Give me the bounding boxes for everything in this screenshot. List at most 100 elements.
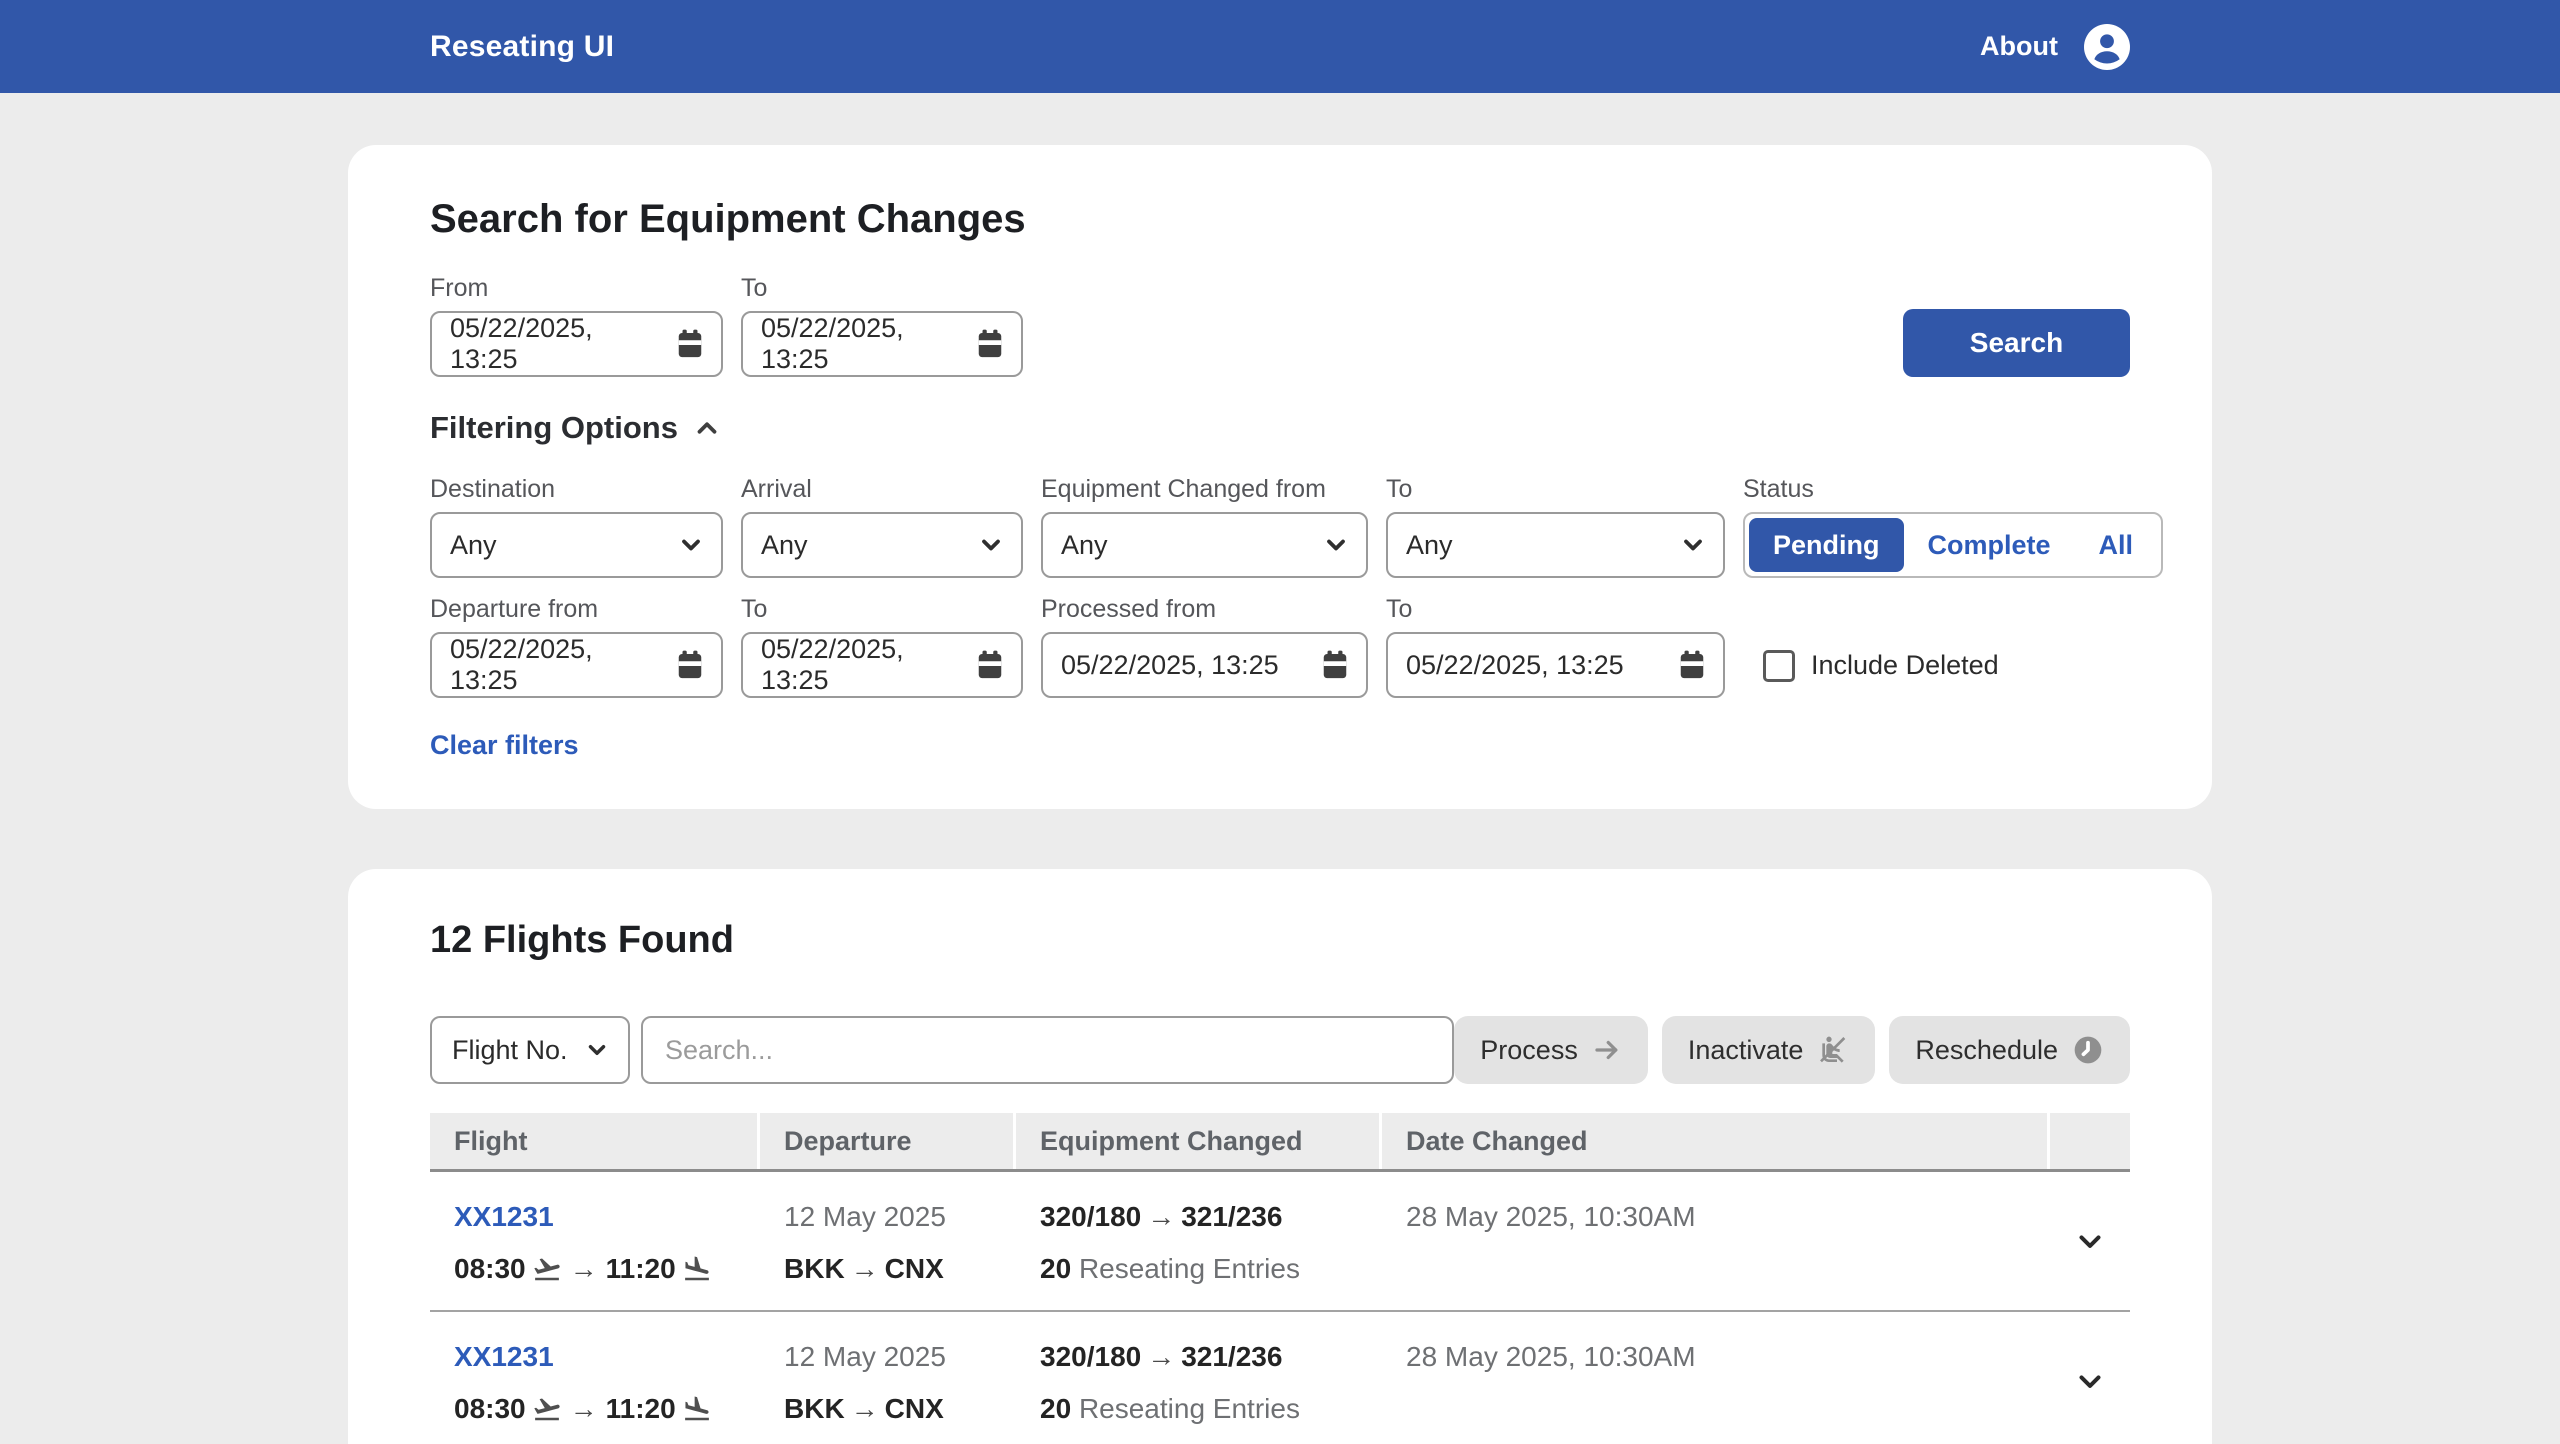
reseating-entries: 20 Reseating Entries: [1040, 1250, 1382, 1288]
calendar-icon[interactable]: [975, 649, 1005, 681]
column-header-equipment-changed: Equipment Changed: [1016, 1113, 1382, 1169]
results-card: 12 Flights Found Flight No. Process Inac…: [348, 869, 2212, 1444]
to-datetime-field[interactable]: 05/22/2025, 13:25: [741, 311, 1023, 377]
processed-to-label: To: [1386, 595, 1725, 624]
include-deleted-checkbox-row[interactable]: Include Deleted: [1743, 650, 2130, 682]
arrow-right-icon: →: [845, 1393, 885, 1424]
inactivate-button-label: Inactivate: [1688, 1035, 1804, 1066]
chevron-down-icon: [584, 1037, 610, 1063]
user-avatar[interactable]: [2084, 24, 2130, 70]
arrival-time: 11:20: [606, 1390, 676, 1428]
equipment-change: 320/180→321/236: [1040, 1338, 1382, 1376]
departure-time: 08:30: [454, 1390, 526, 1428]
table-header: Flight Departure Equipment Changed Date …: [430, 1113, 2130, 1172]
arrow-right-icon: →: [1141, 1341, 1181, 1372]
inactivate-button[interactable]: Inactivate: [1662, 1016, 1876, 1084]
equipment-to-value: Any: [1406, 530, 1453, 561]
flight-land-icon: [682, 1394, 712, 1424]
entries-count: 20: [1040, 1393, 1071, 1424]
chevron-up-icon: [692, 413, 722, 443]
filtering-options-toggle[interactable]: Filtering Options: [430, 410, 2130, 446]
equipment-from-select[interactable]: Any: [1041, 512, 1368, 578]
processed-from-label: Processed from: [1041, 595, 1368, 624]
arrival-select[interactable]: Any: [741, 512, 1023, 578]
calendar-icon[interactable]: [1677, 649, 1707, 681]
departure-from-field[interactable]: 05/22/2025, 13:25: [430, 632, 723, 698]
to-label: To: [741, 274, 1023, 303]
row-expand-button[interactable]: [2050, 1312, 2130, 1444]
table-row[interactable]: XX1231 08:30 → 11:20 12 May 2025: [430, 1172, 2130, 1312]
seat-slash-icon: [1817, 1034, 1849, 1066]
about-link[interactable]: About: [1980, 31, 2058, 62]
app-title: Reseating UI: [430, 30, 614, 64]
search-field-value: Flight No.: [452, 1035, 568, 1066]
status-option-pending[interactable]: Pending: [1749, 518, 1904, 572]
departure-date: 12 May 2025: [784, 1338, 1016, 1376]
flights-table: Flight Departure Equipment Changed Date …: [430, 1113, 2130, 1444]
processed-to-value: 05/22/2025, 13:25: [1406, 650, 1624, 681]
entries-count: 20: [1040, 1253, 1071, 1284]
chevron-down-icon: [1322, 531, 1350, 559]
entries-label: Reseating Entries: [1079, 1393, 1300, 1424]
clock-icon: [2072, 1034, 2104, 1066]
departure-to-field[interactable]: 05/22/2025, 13:25: [741, 632, 1023, 698]
reschedule-button[interactable]: Reschedule: [1889, 1016, 2130, 1084]
equipment-to-select[interactable]: Any: [1386, 512, 1725, 578]
flight-number-link[interactable]: XX1231: [454, 1341, 554, 1372]
search-field-select[interactable]: Flight No.: [430, 1016, 630, 1084]
departure-time: 08:30: [454, 1250, 526, 1288]
results-toolbar: Flight No. Process Inactivate: [430, 1016, 2130, 1084]
column-header-date-changed: Date Changed: [1382, 1113, 2050, 1169]
processed-from-value: 05/22/2025, 13:25: [1061, 650, 1279, 681]
process-button[interactable]: Process: [1454, 1016, 1648, 1084]
chevron-down-icon: [2073, 1364, 2107, 1398]
departure-to-label: To: [741, 595, 1023, 624]
column-header-flight: Flight: [430, 1113, 760, 1169]
equipment-from-label: Equipment Changed from: [1041, 475, 1368, 504]
processed-to-field[interactable]: 05/22/2025, 13:25: [1386, 632, 1725, 698]
flight-takeoff-icon: [532, 1394, 562, 1424]
reseating-entries: 20 Reseating Entries: [1040, 1390, 1382, 1428]
calendar-icon[interactable]: [675, 328, 705, 360]
clear-filters-link[interactable]: Clear filters: [430, 730, 579, 761]
chevron-down-icon: [2073, 1224, 2107, 1258]
from-datetime-value: 05/22/2025, 13:25: [450, 313, 665, 375]
status-segmented-control: Pending Complete All: [1743, 512, 2163, 578]
from-label: From: [430, 274, 723, 303]
departure-date: 12 May 2025: [784, 1198, 1016, 1236]
calendar-icon[interactable]: [975, 328, 1005, 360]
entries-label: Reseating Entries: [1079, 1253, 1300, 1284]
search-button[interactable]: Search: [1903, 309, 2130, 377]
to-datetime-value: 05/22/2025, 13:25: [761, 313, 965, 375]
calendar-icon[interactable]: [1320, 649, 1350, 681]
destination-value: Any: [450, 530, 497, 561]
destination-code: CNX: [885, 1393, 944, 1424]
date-changed: 28 May 2025, 10:30AM: [1406, 1338, 2050, 1376]
calendar-icon[interactable]: [675, 649, 705, 681]
search-input[interactable]: [641, 1016, 1454, 1084]
table-row[interactable]: XX1231 08:30 → 11:20 12 May 2025: [430, 1312, 2130, 1444]
checkbox-unchecked-icon[interactable]: [1763, 650, 1795, 682]
arrival-time: 11:20: [606, 1250, 676, 1288]
arrow-right-icon: →: [562, 1390, 606, 1428]
departure-to-value: 05/22/2025, 13:25: [761, 634, 965, 696]
equipment-from: 320/180: [1040, 1341, 1141, 1372]
arrival-label: Arrival: [741, 475, 1023, 504]
chevron-down-icon: [1679, 531, 1707, 559]
chevron-down-icon: [677, 531, 705, 559]
equipment-to: 321/236: [1181, 1201, 1282, 1232]
from-datetime-field[interactable]: 05/22/2025, 13:25: [430, 311, 723, 377]
status-option-all[interactable]: All: [2075, 518, 2158, 572]
flight-number-link[interactable]: XX1231: [454, 1201, 554, 1232]
arrow-right-icon: →: [1141, 1201, 1181, 1232]
equipment-from: 320/180: [1040, 1201, 1141, 1232]
destination-select[interactable]: Any: [430, 512, 723, 578]
process-button-label: Process: [1480, 1035, 1578, 1066]
destination-code: CNX: [885, 1253, 944, 1284]
route: BKK→CNX: [784, 1390, 1016, 1428]
row-expand-button[interactable]: [2050, 1172, 2130, 1310]
flight-takeoff-icon: [532, 1254, 562, 1284]
include-deleted-label: Include Deleted: [1811, 650, 1999, 681]
status-option-complete[interactable]: Complete: [1904, 518, 2075, 572]
processed-from-field[interactable]: 05/22/2025, 13:25: [1041, 632, 1368, 698]
